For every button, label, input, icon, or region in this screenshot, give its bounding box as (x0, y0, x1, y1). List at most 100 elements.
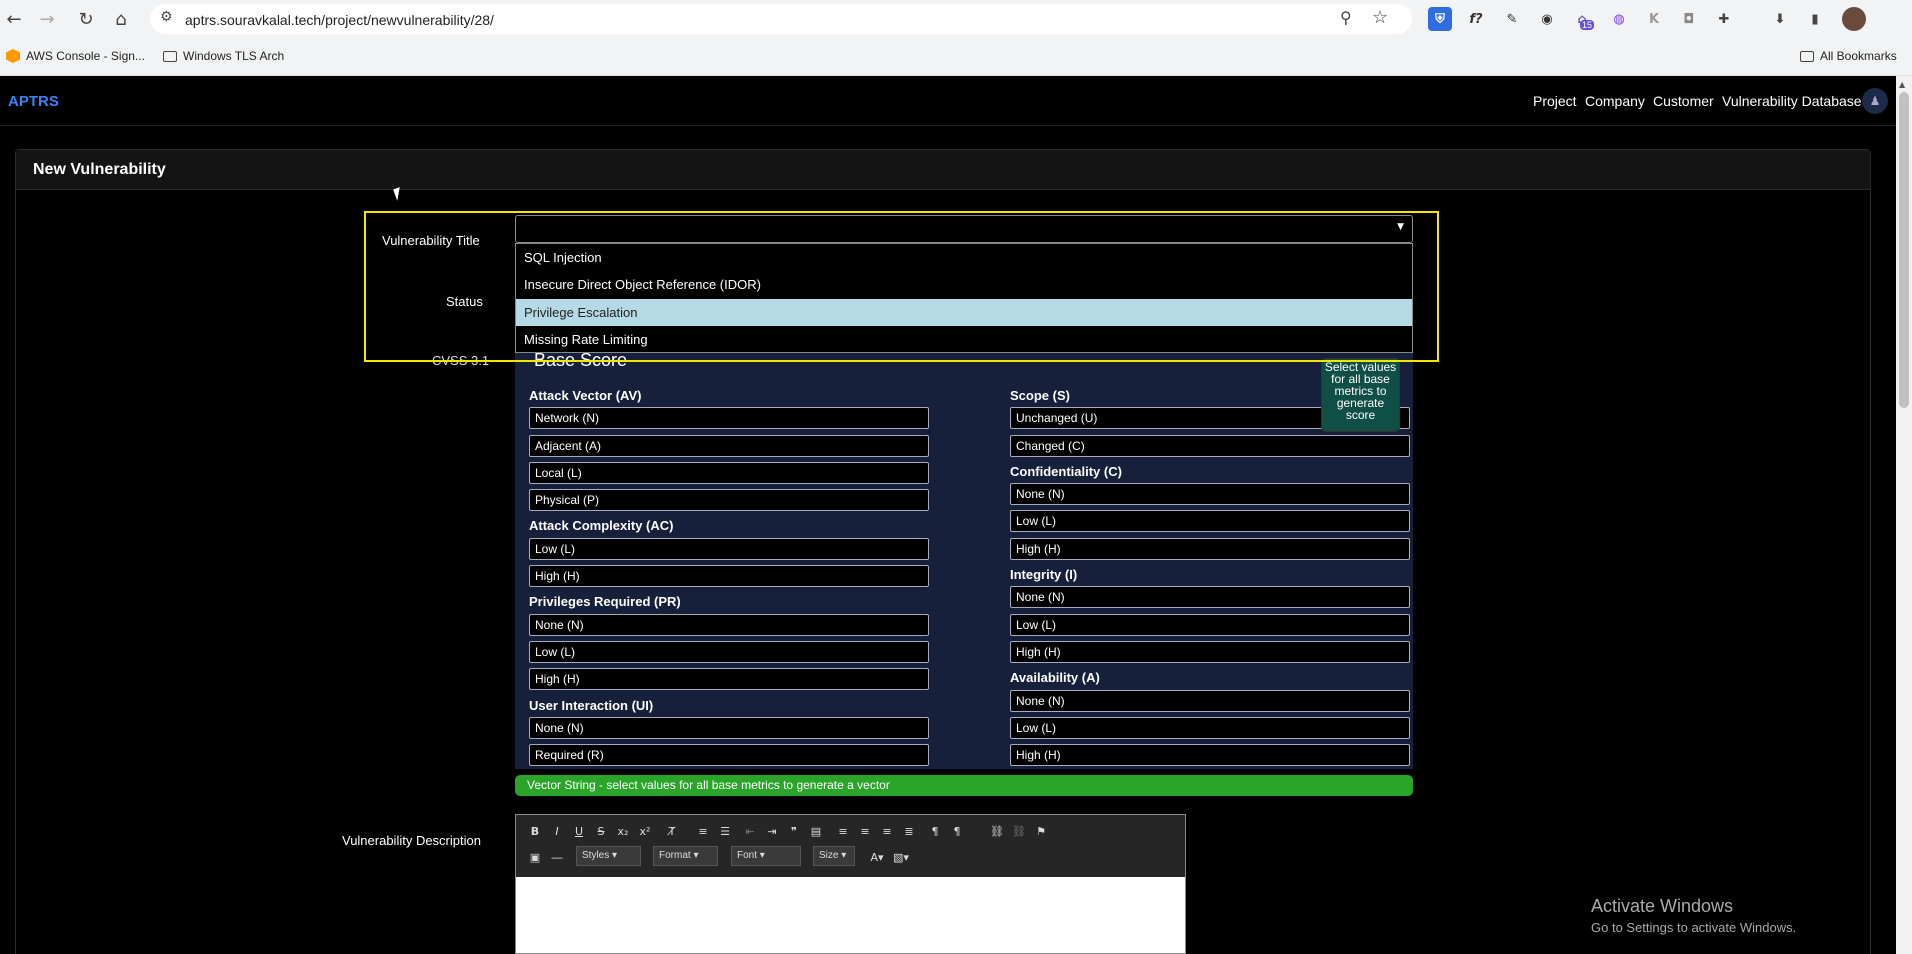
pr-low-option[interactable]: Low (L) (529, 641, 929, 663)
format-dropdown[interactable]: Format ▾ (653, 846, 718, 866)
bullet-list-icon[interactable]: ☰ (716, 822, 734, 840)
av-network-option[interactable]: Network (N) (529, 407, 929, 429)
url-text[interactable]: aptrs.souravkalal.tech/project/newvulner… (185, 12, 494, 28)
user-avatar-icon[interactable]: ♟ (1862, 88, 1888, 114)
zoom-icon[interactable]: ⚲ (1340, 8, 1352, 27)
bookmark-windows-tls[interactable]: Windows TLS Arch (163, 49, 284, 63)
i-high-option[interactable]: High (H) (1010, 641, 1410, 663)
metric-scope: Scope (S) (1010, 388, 1070, 403)
pr-none-option[interactable]: None (N) (529, 614, 929, 636)
site-info-icon[interactable]: ⚙ (160, 9, 180, 29)
ac-low-option[interactable]: Low (L) (529, 538, 929, 560)
italic-icon[interactable]: I (548, 822, 566, 840)
background-color-icon[interactable]: ▧▾ (892, 848, 910, 866)
c-high-option[interactable]: High (H) (1010, 538, 1410, 560)
styles-label: Styles (582, 850, 610, 861)
bookmark-label: Windows TLS Arch (183, 49, 285, 63)
all-bookmarks[interactable]: All Bookmarks (1800, 49, 1897, 63)
profile-avatar[interactable] (1842, 7, 1866, 31)
format-label: Format (659, 850, 691, 861)
vulnerability-description-label: Vulnerability Description (342, 833, 481, 848)
bold-icon[interactable]: B (526, 822, 544, 840)
activate-windows-subtitle: Go to Settings to activate Windows. (1591, 920, 1797, 935)
scope-changed-option[interactable]: Changed (C) (1010, 435, 1410, 457)
justify-icon[interactable]: ≣ (900, 822, 918, 840)
bookmark-aws[interactable]: AWS Console - Sign... (6, 49, 145, 63)
metric-attack-vector: Attack Vector (AV) (529, 388, 642, 403)
outdent-icon[interactable]: ⇤ (741, 822, 759, 840)
nav-customer[interactable]: Customer (1653, 93, 1714, 109)
fx-extension-icon[interactable]: f? (1464, 7, 1488, 31)
font-dropdown[interactable]: Font ▾ (731, 846, 801, 866)
subscript-icon[interactable]: x₂ (614, 822, 632, 840)
div-icon[interactable]: ▤ (807, 822, 825, 840)
align-left-icon[interactable]: ≡ (834, 822, 852, 840)
side-panel-icon[interactable]: ▮ (1803, 7, 1827, 31)
av-physical-option[interactable]: Physical (P) (529, 489, 929, 511)
ltr-icon[interactable]: ¶ (926, 822, 944, 840)
numbered-list-icon[interactable]: ≡ (694, 822, 712, 840)
description-editor[interactable]: B I U S x₂ x² T̸ ≡ ☰ ⇤ ⇥ ❞ ▤ ≡ ≡ ≡ ≣ ¶ ¶… (515, 814, 1186, 954)
i-none-option[interactable]: None (N) (1010, 586, 1410, 608)
score-tooltip: Select values for all base metrics to ge… (1321, 358, 1400, 432)
ui-required-option[interactable]: Required (R) (529, 744, 929, 766)
av-adjacent-option[interactable]: Adjacent (A) (529, 435, 929, 457)
align-center-icon[interactable]: ≡ (856, 822, 874, 840)
align-right-icon[interactable]: ≡ (878, 822, 896, 840)
i-low-option[interactable]: Low (L) (1010, 614, 1410, 636)
unlink-icon[interactable]: ⛓ (1010, 822, 1028, 840)
underline-icon[interactable]: U (570, 822, 588, 840)
address-bar[interactable]: ⚙ aptrs.souravkalal.tech/project/newvuln… (150, 4, 1412, 34)
glasses-icon[interactable]: ◉ (1535, 7, 1559, 31)
blockquote-icon[interactable]: ❞ (785, 822, 803, 840)
nav-vulnerability-database[interactable]: Vulnerability Database (1722, 93, 1862, 109)
a-none-option[interactable]: None (N) (1010, 690, 1410, 712)
ui-none-option[interactable]: None (N) (529, 717, 929, 739)
scroll-up-icon[interactable]: ▲ (1899, 80, 1905, 89)
back-icon[interactable]: ← (0, 5, 28, 33)
brand-logo[interactable]: APTRS (8, 93, 59, 110)
image-icon[interactable]: ▣ (526, 848, 544, 866)
horizontal-rule-icon[interactable]: ― (548, 848, 566, 866)
superscript-icon[interactable]: x² (636, 822, 654, 840)
c-low-option[interactable]: Low (L) (1010, 510, 1410, 532)
styles-dropdown[interactable]: Styles ▾ (576, 846, 641, 866)
extension-count-badge: 15 (1580, 20, 1595, 30)
text-color-icon[interactable]: A▾ (868, 848, 886, 866)
bookmark-star-icon[interactable]: ☆ (1372, 7, 1388, 28)
remove-format-icon[interactable]: T̸ (663, 822, 681, 840)
a-low-option[interactable]: Low (L) (1010, 717, 1410, 739)
forward-icon[interactable]: → (33, 5, 61, 33)
pr-high-option[interactable]: High (H) (529, 668, 929, 690)
camera-icon[interactable]: ◘ (1677, 7, 1701, 31)
bitwarden-icon[interactable]: ⛨ (1428, 7, 1452, 31)
size-label: Size (819, 850, 839, 861)
home-icon[interactable]: ⌂ (107, 5, 135, 33)
a-high-option[interactable]: High (H) (1010, 744, 1410, 766)
nav-project[interactable]: Project (1533, 93, 1577, 109)
av-local-option[interactable]: Local (L) (529, 462, 929, 484)
anchor-icon[interactable]: ⚑ (1032, 822, 1050, 840)
ac-high-option[interactable]: High (H) (529, 565, 929, 587)
link-icon[interactable]: ⛓ (988, 822, 1006, 840)
rtl-icon[interactable]: ¶ (948, 822, 966, 840)
c-none-option[interactable]: None (N) (1010, 483, 1410, 505)
scroll-thumb[interactable] (1899, 92, 1909, 408)
eyedropper-icon[interactable]: ✎ (1500, 7, 1524, 31)
download-icon[interactable]: ⬇ (1768, 7, 1792, 31)
size-dropdown[interactable]: Size ▾ (813, 846, 855, 866)
browser-toolbar: ← → ↻ ⌂ ⚙ aptrs.souravkalal.tech/project… (0, 0, 1912, 38)
page-title: New Vulnerability (33, 161, 166, 178)
strikethrough-icon[interactable]: S (592, 822, 610, 840)
metric-integrity: Integrity (I) (1010, 567, 1078, 582)
page-scrollbar[interactable]: ▲ (1896, 76, 1912, 954)
k-extension-icon[interactable]: K (1642, 7, 1666, 31)
activate-windows-title: Activate Windows (1591, 896, 1734, 916)
folder-icon (1800, 50, 1814, 62)
indent-icon[interactable]: ⇥ (763, 822, 781, 840)
nav-company[interactable]: Company (1585, 93, 1645, 109)
metric-confidentiality: Confidentiality (C) (1010, 464, 1122, 479)
wappalyzer-icon[interactable]: ◍ (1607, 7, 1631, 31)
reload-icon[interactable]: ↻ (72, 5, 100, 33)
puzzle-icon[interactable]: ✚ (1712, 7, 1736, 31)
